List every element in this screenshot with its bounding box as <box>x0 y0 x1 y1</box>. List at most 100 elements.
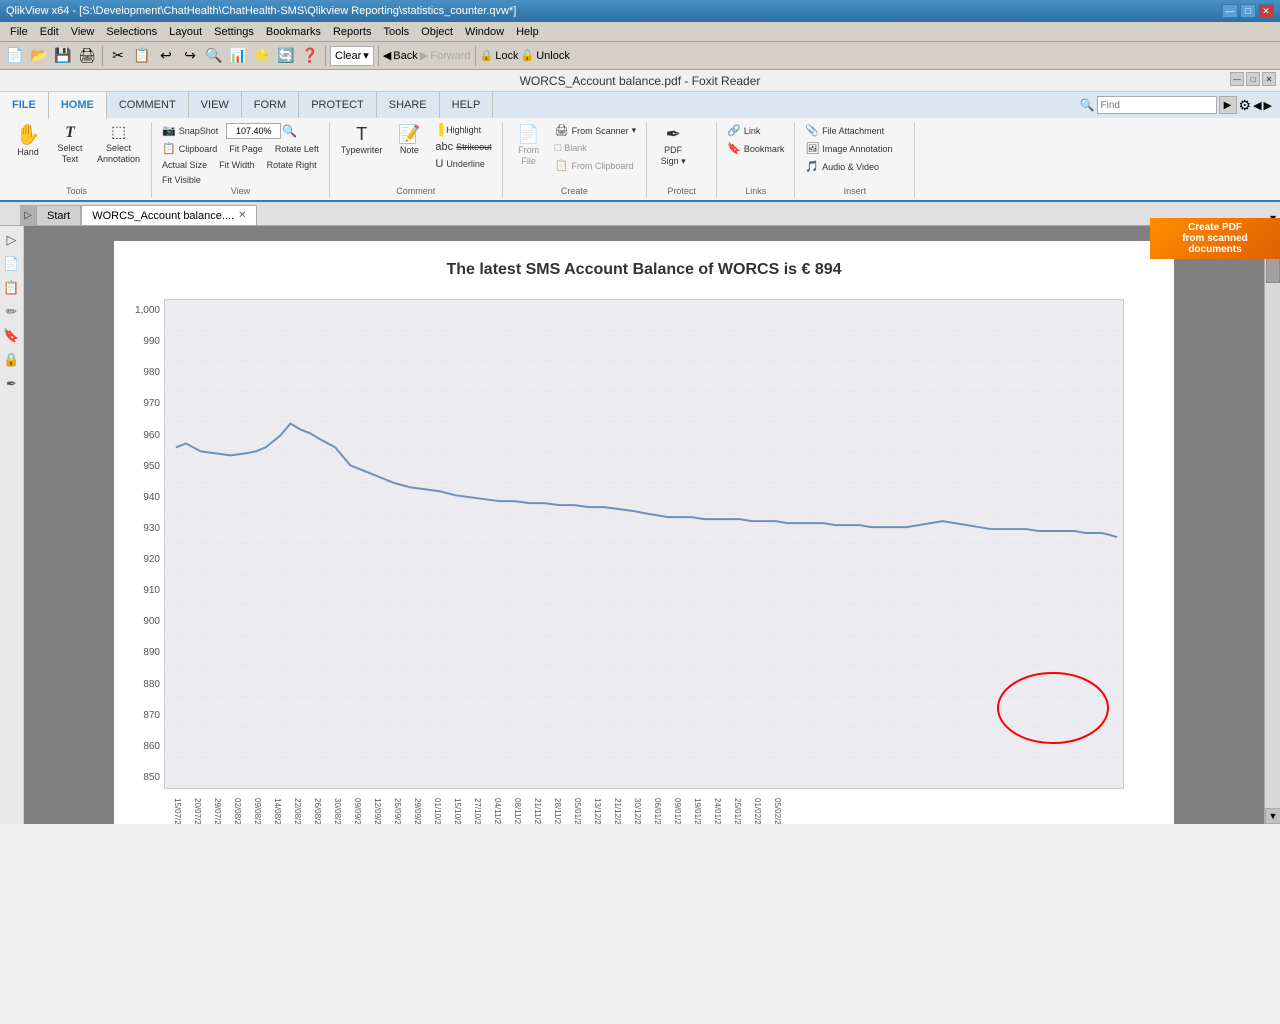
svg-text:09/08/2016: 09/08/2016 <box>253 798 262 824</box>
print-button[interactable]: 🖨 <box>76 45 98 67</box>
zoom-input[interactable] <box>226 123 281 139</box>
unlock-button[interactable]: 🔓 Unlock <box>521 49 570 62</box>
menu-item-settings[interactable]: Settings <box>208 26 260 38</box>
lock-button[interactable]: 🔒 Lock <box>480 49 519 62</box>
undo-button[interactable]: ↩ <box>155 45 177 67</box>
menu-item-bookmarks[interactable]: Bookmarks <box>260 26 327 38</box>
audio-video-button[interactable]: 🎵 Audio & Video <box>801 158 896 175</box>
sidebar-lock-icon[interactable]: 🔒 <box>2 350 22 370</box>
from-clipboard-button[interactable]: 📋 From Clipboard <box>551 157 641 174</box>
fit-page-button[interactable]: Fit Page <box>225 140 267 157</box>
sidebar-layers-icon[interactable]: 📋 <box>2 278 22 298</box>
forward-button[interactable]: ▶ Forward <box>420 49 471 62</box>
tab-home[interactable]: HOME <box>49 92 107 120</box>
foxit-minimize[interactable]: — <box>1230 72 1244 86</box>
back-button[interactable]: ◀ Back <box>383 49 418 62</box>
menu-item-reports[interactable]: Reports <box>327 26 378 38</box>
nav-collapse-button[interactable]: ▷ <box>20 205 36 225</box>
scroll-down-button[interactable]: ▼ <box>1265 808 1280 824</box>
svg-text:06/01/2017: 06/01/2017 <box>653 798 662 824</box>
rotate-left-button[interactable]: Rotate Left <box>271 140 323 157</box>
maximize-button[interactable]: □ <box>1240 4 1256 18</box>
chart-button[interactable]: 📊 <box>227 45 249 67</box>
clear-dropdown[interactable]: Clear ▾ <box>330 46 374 66</box>
bookmark-button[interactable]: 🔖 Bookmark <box>723 140 788 157</box>
redo-button[interactable]: ↪ <box>179 45 201 67</box>
tab-file[interactable]: FILE <box>0 92 49 120</box>
nav-next-button[interactable]: ▶ <box>1264 99 1272 112</box>
zoom-in-button[interactable]: 🔍 <box>282 124 297 138</box>
sidebar-navigate-icon[interactable]: ▷ <box>2 230 22 250</box>
image-annotation-button[interactable]: 🖼 Image Annotation <box>801 140 896 157</box>
tab-worcs-close[interactable]: ✕ <box>238 210 246 221</box>
strikeout-button[interactable]: abc Strikeout <box>431 139 495 155</box>
highlight-button[interactable]: ▐ Highlight <box>431 122 495 138</box>
menu-item-help[interactable]: Help <box>510 26 545 38</box>
tab-share[interactable]: SHARE <box>377 92 440 118</box>
star-button[interactable]: ⭐ <box>251 45 273 67</box>
menu-item-tools[interactable]: Tools <box>377 26 415 38</box>
menu-item-file[interactable]: File <box>4 26 34 38</box>
snapshot-button[interactable]: 📷 SnapShot <box>158 122 222 139</box>
blank-icon: □ <box>555 142 562 154</box>
copy-button[interactable]: 📋 <box>131 45 153 67</box>
insert-group: 📎 File Attachment 🖼 Image Annotation 🎵 A… <box>795 122 915 198</box>
view-row1: 📷 SnapShot 🔍 <box>158 122 297 139</box>
clipboard-button[interactable]: 📋 Clipboard <box>158 140 221 157</box>
select-annotation-button[interactable]: ⬚ SelectAnnotation <box>92 122 145 168</box>
sidebar-bookmark-icon[interactable]: 🔖 <box>2 326 22 346</box>
open-button[interactable]: 📂 <box>28 45 50 67</box>
fit-width-button[interactable]: Fit Width <box>215 158 259 172</box>
tab-protect[interactable]: PROTECT <box>299 92 377 118</box>
sidebar-pages-icon[interactable]: 📄 <box>2 254 22 274</box>
foxit-close[interactable]: ✕ <box>1262 72 1276 86</box>
settings-icon[interactable]: ⚙ <box>1239 97 1252 114</box>
doc-tabs: ▷ Start WORCS_Account balance.... ✕ ▾ <box>0 202 1280 226</box>
tab-worcs[interactable]: WORCS_Account balance.... ✕ <box>81 205 257 225</box>
sidebar-edit-icon[interactable]: ✏ <box>2 302 22 322</box>
link-button[interactable]: 🔗 Link <box>723 122 788 139</box>
menu-item-window[interactable]: Window <box>459 26 510 38</box>
sidebar-sign-icon[interactable]: ✒ <box>2 374 22 394</box>
cut-button[interactable]: ✂ <box>107 45 129 67</box>
note-button[interactable]: 📝 Note <box>389 122 429 159</box>
find-search-button[interactable]: ▶ <box>1219 96 1237 114</box>
doc-area: The latest SMS Account Balance of WORCS … <box>24 226 1264 824</box>
svg-text:26/08/2016: 26/08/2016 <box>313 798 322 824</box>
rotate-right-button[interactable]: Rotate Right <box>263 158 321 172</box>
tab-form[interactable]: FORM <box>242 92 299 118</box>
blank-button[interactable]: □ Blank <box>551 140 641 156</box>
typewriter-button[interactable]: T Typewriter <box>336 122 388 159</box>
file-attachment-button[interactable]: 📎 File Attachment <box>801 122 896 139</box>
select-text-button[interactable]: T SelectText <box>50 122 90 168</box>
tab-comment[interactable]: COMMENT <box>107 92 189 118</box>
menu-item-layout[interactable]: Layout <box>163 26 208 38</box>
tab-start[interactable]: Start <box>36 205 81 225</box>
menu-item-object[interactable]: Object <box>415 26 459 38</box>
from-file-button[interactable]: 📄 FromFile <box>509 122 549 170</box>
search-button[interactable]: 🔍 <box>203 45 225 67</box>
hand-tool-button[interactable]: ✋ Hand <box>8 122 48 161</box>
svg-text:15/07/2016: 15/07/2016 <box>173 798 182 824</box>
tab-help[interactable]: HELP <box>440 92 494 118</box>
actual-size-button[interactable]: Actual Size <box>158 158 211 172</box>
nav-prev-button[interactable]: ◀ <box>1253 99 1261 112</box>
save-button[interactable]: 💾 <box>52 45 74 67</box>
refresh-button[interactable]: 🔄 <box>275 45 297 67</box>
create-pdf-banner[interactable]: Create PDF from scanned documents <box>1150 218 1280 259</box>
from-scanner-button[interactable]: 🖨 From Scanner ▾ <box>551 122 641 139</box>
menu-item-view[interactable]: View <box>65 26 101 38</box>
help-toolbar-button[interactable]: ❓ <box>299 45 321 67</box>
fit-visible-button[interactable]: Fit Visible <box>158 173 205 187</box>
pdf-sign-button[interactable]: ✒ PDFSign ▾ <box>653 122 693 170</box>
menu-item-edit[interactable]: Edit <box>34 26 65 38</box>
new-button[interactable]: 📄 <box>4 45 26 67</box>
tab-view[interactable]: VIEW <box>189 92 242 118</box>
minimize-button[interactable]: — <box>1222 4 1238 18</box>
find-input[interactable] <box>1097 96 1217 114</box>
close-button[interactable]: ✕ <box>1258 4 1274 18</box>
underline-button[interactable]: U Underline <box>431 156 495 172</box>
foxit-restore[interactable]: □ <box>1246 72 1260 86</box>
menu-item-selections[interactable]: Selections <box>100 26 163 38</box>
scroll-track[interactable] <box>1265 242 1280 808</box>
